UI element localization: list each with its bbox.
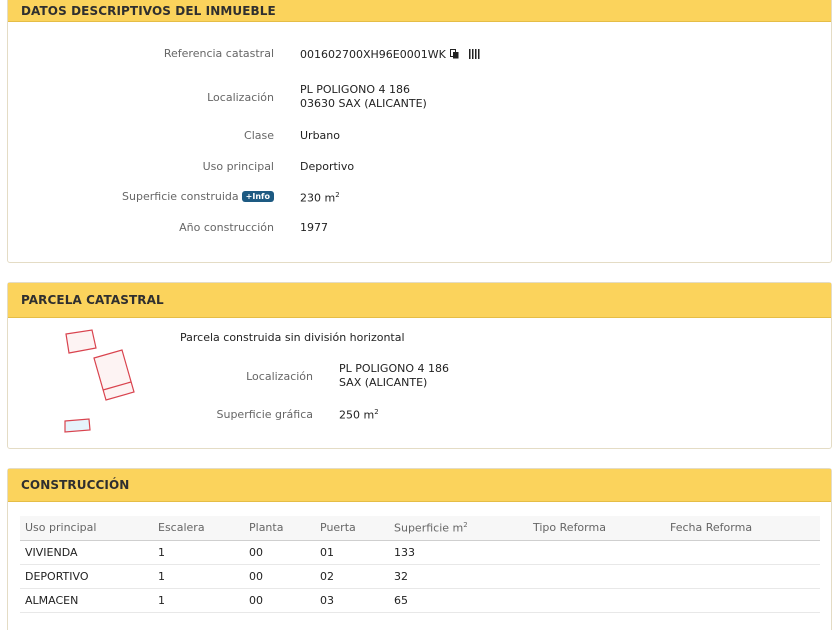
cell-escalera: 1	[153, 588, 244, 613]
parcela-localizacion-line1: PL POLIGONO 4 186	[339, 362, 449, 375]
superficie-construida-number: 230 m	[300, 191, 336, 205]
cell-planta: 00	[244, 540, 315, 565]
table-row: ALMACEN 1 00 03 65	[20, 588, 820, 613]
cell-tipo-reforma	[528, 588, 665, 613]
superficie-grafica-label: Superficie gráfica	[216, 408, 314, 421]
ref-catastral-label: Referencia catastral	[163, 47, 274, 60]
parcela-localizacion-line2: SAX (ALICANTE)	[339, 376, 428, 389]
col-header-planta: Planta	[244, 516, 315, 541]
superficie-grafica-exp: 2	[374, 408, 379, 416]
construccion-table: Uso principal Escalera Planta Puerta Sup…	[20, 516, 820, 613]
construccion-header: CONSTRUCCIÓN	[8, 469, 831, 502]
localizacion-line2: 03630 SAX (ALICANTE)	[300, 97, 427, 110]
datos-descriptivos-panel: DATOS DESCRIPTIVOS DEL INMUEBLE	[7, 0, 832, 263]
superficie-construida-exp: 2	[335, 191, 340, 199]
anio-construccion-label: Año construcción	[179, 221, 274, 234]
cell-uso: DEPORTIVO	[20, 564, 153, 589]
cell-planta: 00	[244, 588, 315, 613]
cell-tipo-reforma	[528, 564, 665, 589]
cell-uso: VIVIENDA	[20, 540, 153, 565]
clase-label: Clase	[244, 129, 274, 142]
cell-tipo-reforma	[528, 540, 665, 565]
superficie-construida-label: Superficie construida	[122, 190, 239, 203]
cell-planta: 00	[244, 564, 315, 589]
col-header-tipo-reforma: Tipo Reforma	[528, 516, 665, 541]
parcel-map-image[interactable]	[44, 324, 154, 439]
localizacion-line1: PL POLIGONO 4 186	[300, 83, 410, 96]
col-header-fecha-reforma: Fecha Reforma	[665, 516, 820, 541]
cell-fecha-reforma	[665, 540, 820, 565]
uso-principal-label: Uso principal	[202, 160, 274, 173]
anio-construccion-value: 1977	[300, 221, 328, 234]
ref-catastral-row: 001602700XH96E0001WK	[300, 48, 480, 61]
cell-superficie: 133	[389, 540, 528, 565]
superficie-construida-value: 230 m2	[300, 191, 340, 205]
superficie-construida-label-row: Superficie construida +Info	[122, 190, 274, 203]
clase-value: Urbano	[300, 129, 340, 142]
cell-fecha-reforma	[665, 588, 820, 613]
ref-catastral-value[interactable]: 001602700XH96E0001WK	[300, 48, 446, 61]
cell-escalera: 1	[153, 564, 244, 589]
datos-descriptivos-title: DATOS DESCRIPTIVOS DEL INMUEBLE	[21, 4, 276, 18]
datos-descriptivos-header: DATOS DESCRIPTIVOS DEL INMUEBLE	[8, 0, 831, 22]
col-header-uso: Uso principal	[20, 516, 153, 541]
copy-icon[interactable]	[449, 49, 459, 59]
col-header-superficie-exp: 2	[463, 520, 468, 529]
table-row: VIVIENDA 1 00 01 133	[20, 540, 820, 565]
col-header-escalera: Escalera	[153, 516, 244, 541]
col-header-puerta: Puerta	[315, 516, 389, 541]
cell-uso: ALMACEN	[20, 588, 153, 613]
table-row: DEPORTIVO 1 00 02 32	[20, 564, 820, 589]
parcela-descripcion: Parcela construida sin división horizont…	[180, 331, 405, 344]
superficie-grafica-value: 250 m2	[339, 408, 379, 422]
construccion-title: CONSTRUCCIÓN	[21, 478, 130, 492]
cell-superficie: 32	[389, 564, 528, 589]
cell-puerta: 03	[315, 588, 389, 613]
cell-puerta: 01	[315, 540, 389, 565]
info-button[interactable]: +Info	[241, 191, 274, 202]
localizacion-value: PL POLIGONO 4 186 03630 SAX (ALICANTE)	[300, 83, 427, 111]
cell-escalera: 1	[153, 540, 244, 565]
cell-fecha-reforma	[665, 564, 820, 589]
cell-puerta: 02	[315, 564, 389, 589]
uso-principal-value: Deportivo	[300, 160, 355, 173]
barcode-icon[interactable]	[468, 49, 480, 59]
parcela-catastral-title: PARCELA CATASTRAL	[21, 293, 164, 307]
cell-superficie: 65	[389, 588, 528, 613]
parcela-catastral-header: PARCELA CATASTRAL	[8, 283, 831, 318]
parcela-localizacion-value: PL POLIGONO 4 186 SAX (ALICANTE)	[339, 362, 449, 390]
table-header-row: Uso principal Escalera Planta Puerta Sup…	[20, 516, 820, 541]
parcela-localizacion-label: Localización	[246, 370, 313, 383]
superficie-grafica-number: 250 m	[339, 408, 375, 422]
col-header-superficie-text: Superficie m	[394, 521, 464, 535]
localizacion-label: Localización	[207, 91, 274, 104]
col-header-superficie: Superficie m2	[389, 516, 528, 541]
